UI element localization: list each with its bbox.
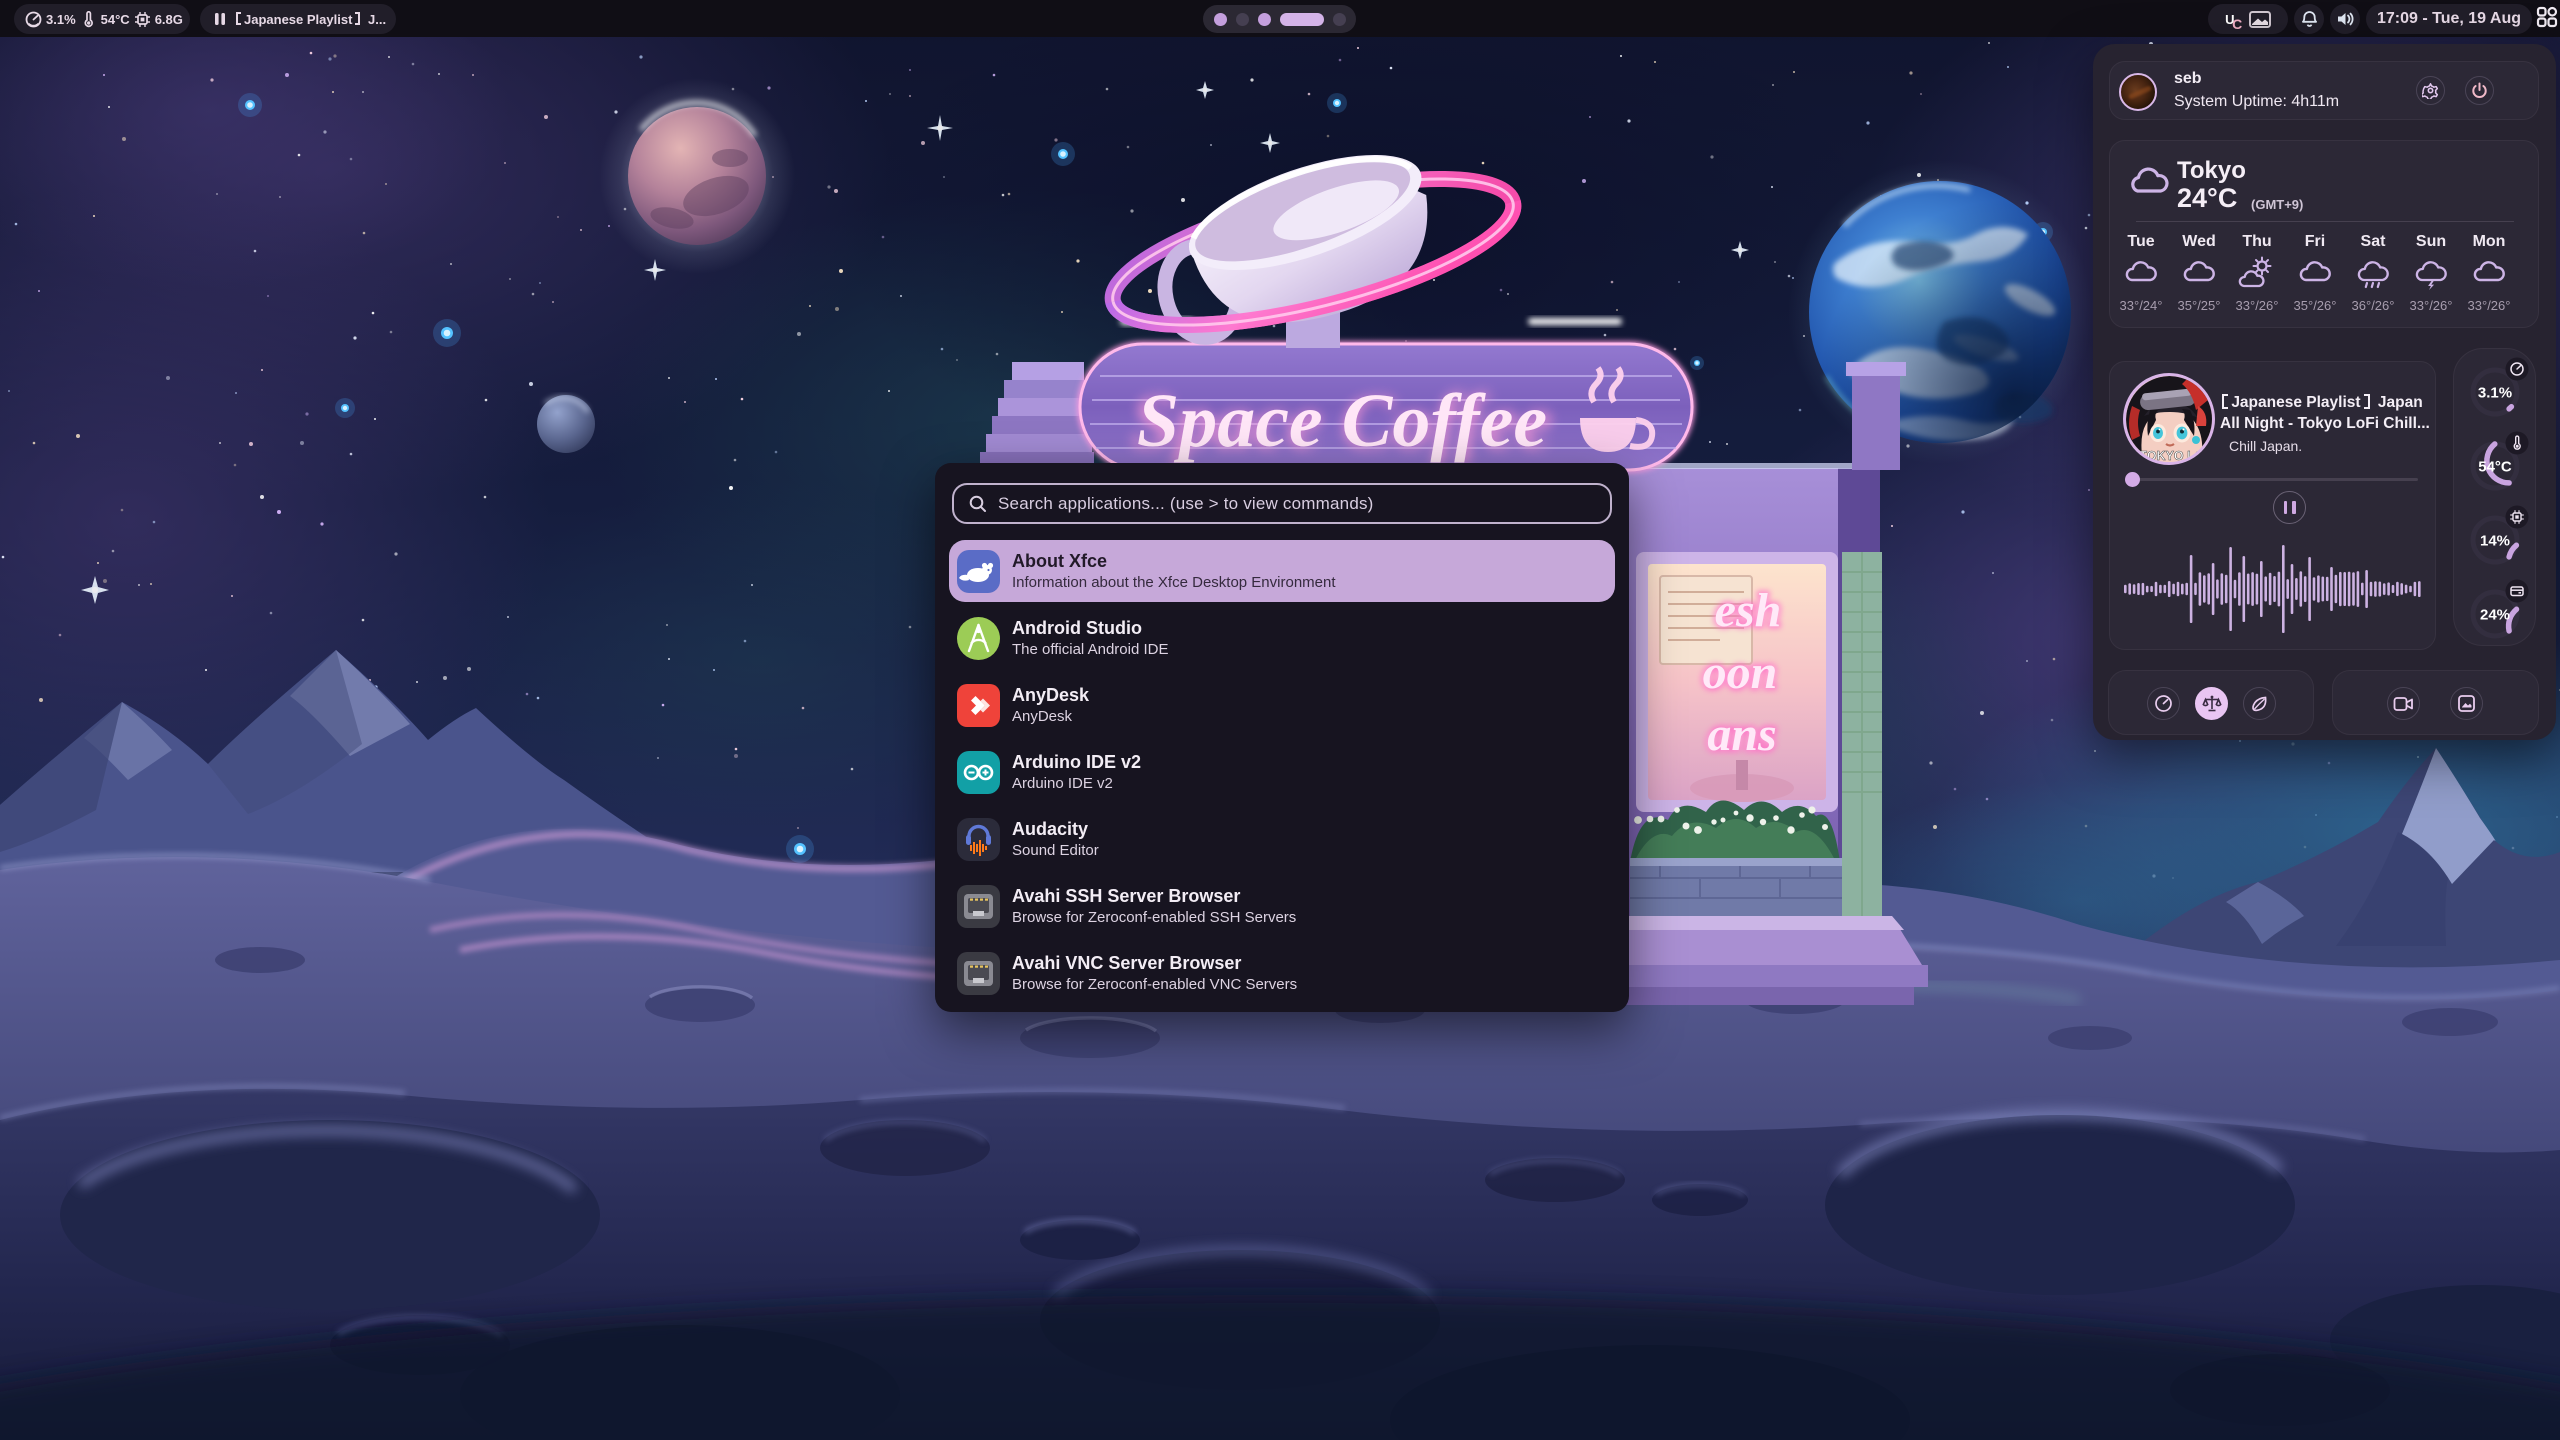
svg-text:oon: oon xyxy=(1703,646,1778,699)
svg-text:Space Coffee: Space Coffee xyxy=(1137,379,1547,463)
svg-text:ans: ans xyxy=(1707,708,1776,761)
svg-text:8 TOKYO LO: 8 TOKYO LO xyxy=(2129,449,2205,463)
svg-text:24%: 24% xyxy=(2480,607,2510,624)
svg-text:3.1%: 3.1% xyxy=(2478,385,2512,402)
svg-text:14%: 14% xyxy=(2480,533,2510,550)
svg-text:esh: esh xyxy=(1715,584,1782,637)
svg-text:54°C: 54°C xyxy=(2478,459,2512,476)
